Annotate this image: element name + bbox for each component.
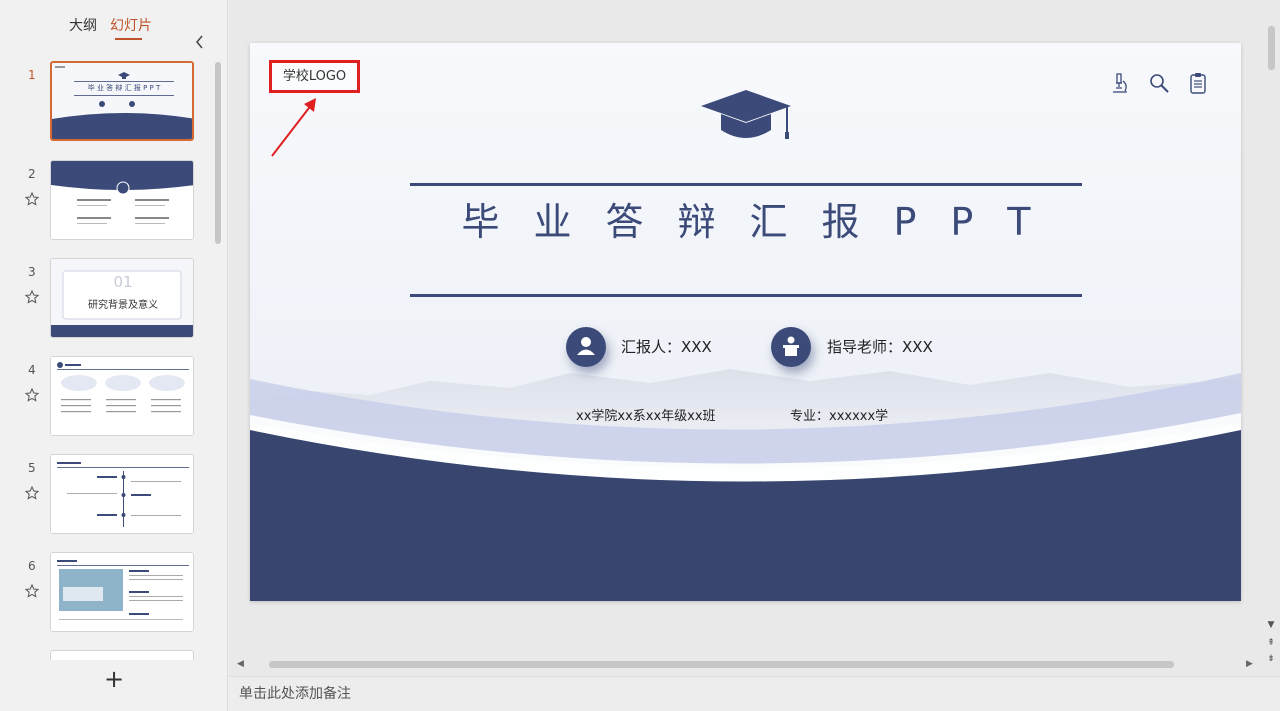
slide-5-preview [51,455,193,533]
slide-number: 5 [28,461,36,475]
slide-1-mini-title: 毕 业 答 辩 汇 报 P P T [87,84,161,92]
slide-thumbnail-row: 6 [0,551,210,635]
slide-3-title: 研究背景及意义 [88,300,158,311]
slide-2-preview [51,161,193,239]
star-icon[interactable] [24,191,40,207]
slide-number: 3 [28,265,36,279]
slide-6-preview [51,553,193,631]
notes-placeholder[interactable]: 单击此处添加备注 [239,684,351,704]
chevron-left-icon[interactable] [193,33,207,51]
class-info-label[interactable]: xx学院xx系xx年级xx班 [576,408,716,426]
slide-canvas[interactable]: 学校LOGO 毕业答辩汇报PPT 汇报人：XXX 指导老师：XXX xx学院xx… [250,43,1241,601]
page-up-icon[interactable]: ⇞ [1266,638,1276,648]
slide-thumbnail-row: 3 01 研究背景及意义 [0,257,210,341]
slide-thumbnail-row: 2 [0,159,210,243]
slide-thumbnail-6[interactable] [50,552,194,632]
slide-thumbnail-4[interactable] [50,356,194,436]
slide-thumbnail-row: 4 [0,355,210,439]
search-icon [1150,74,1169,93]
add-slide-button[interactable]: + [102,667,126,691]
notes-pane[interactable]: 单击此处添加备注 [229,676,1280,711]
clipboard-icon [1190,73,1206,94]
slide-thumbnail-2[interactable] [50,160,194,240]
reporter-label[interactable]: 汇报人：XXX [621,337,712,357]
slide-number: 1 [28,68,36,82]
scroll-right-arrow-icon[interactable]: ▶ [1246,659,1253,669]
star-icon[interactable] [24,485,40,501]
slide-thumbnail-row: 1 毕 业 答 辩 汇 报 P P T [0,60,210,144]
user-icon [566,327,606,367]
slides-panel: 大纲 幻灯片 1 毕 业 答 辩 汇 报 P P T 2 3 01 研究背景及意… [0,0,228,711]
active-tab-indicator [115,38,142,40]
slide-3-heading: 01 [113,273,133,291]
arrow-annotation-icon [271,98,316,157]
microscope-icon [1113,73,1127,93]
slide-number: 4 [28,363,36,377]
advisor-label[interactable]: 指导老师：XXX [827,337,933,357]
slide-thumbnail-row [0,649,210,660]
tab-slides[interactable]: 幻灯片 [110,16,152,36]
school-logo-placeholder[interactable]: 学校LOGO [269,60,360,93]
slide-number: 6 [28,559,36,573]
slide-thumbnail-list: 1 毕 业 答 辩 汇 报 P P T 2 3 01 研究背景及意义 4 5 6 [0,60,228,660]
panel-scrollbar[interactable] [215,62,221,244]
slide-title[interactable]: 毕业答辩汇报PPT [410,197,1082,247]
star-icon[interactable] [24,387,40,403]
star-icon[interactable] [24,289,40,305]
slide-thumbnail-3[interactable]: 01 研究背景及意义 [50,258,194,338]
vertical-scrollbar[interactable] [1268,26,1275,70]
slide-thumbnail-7[interactable] [50,650,194,660]
scroll-down-arrow-icon[interactable]: ▼ [1266,620,1276,630]
panel-tabs: 大纲 幻灯片 [0,16,228,49]
slide-1-preview [52,63,192,139]
slide-thumbnail-5[interactable] [50,454,194,534]
title-rule-top [410,183,1082,186]
scroll-left-arrow-icon[interactable]: ◀ [237,659,244,669]
horizontal-scrollbar[interactable] [269,661,1174,668]
title-rule-bottom [410,294,1082,297]
slide-thumbnail-row: 5 [0,453,210,537]
slide-editor: 学校LOGO 毕业答辩汇报PPT 汇报人：XXX 指导老师：XXX xx学院xx… [229,0,1280,676]
tab-outline[interactable]: 大纲 [69,16,97,36]
slide-4-preview [51,357,193,435]
slide-thumbnail-1[interactable]: 毕 业 答 辩 汇 报 P P T [50,61,194,141]
graduation-cap-icon [701,90,791,139]
slide-number: 2 [28,167,36,181]
major-label[interactable]: 专业：xxxxxx学 [790,408,888,426]
star-icon[interactable] [24,583,40,599]
page-down-icon[interactable]: ⇟ [1266,654,1276,664]
teacher-podium-icon [771,327,811,367]
